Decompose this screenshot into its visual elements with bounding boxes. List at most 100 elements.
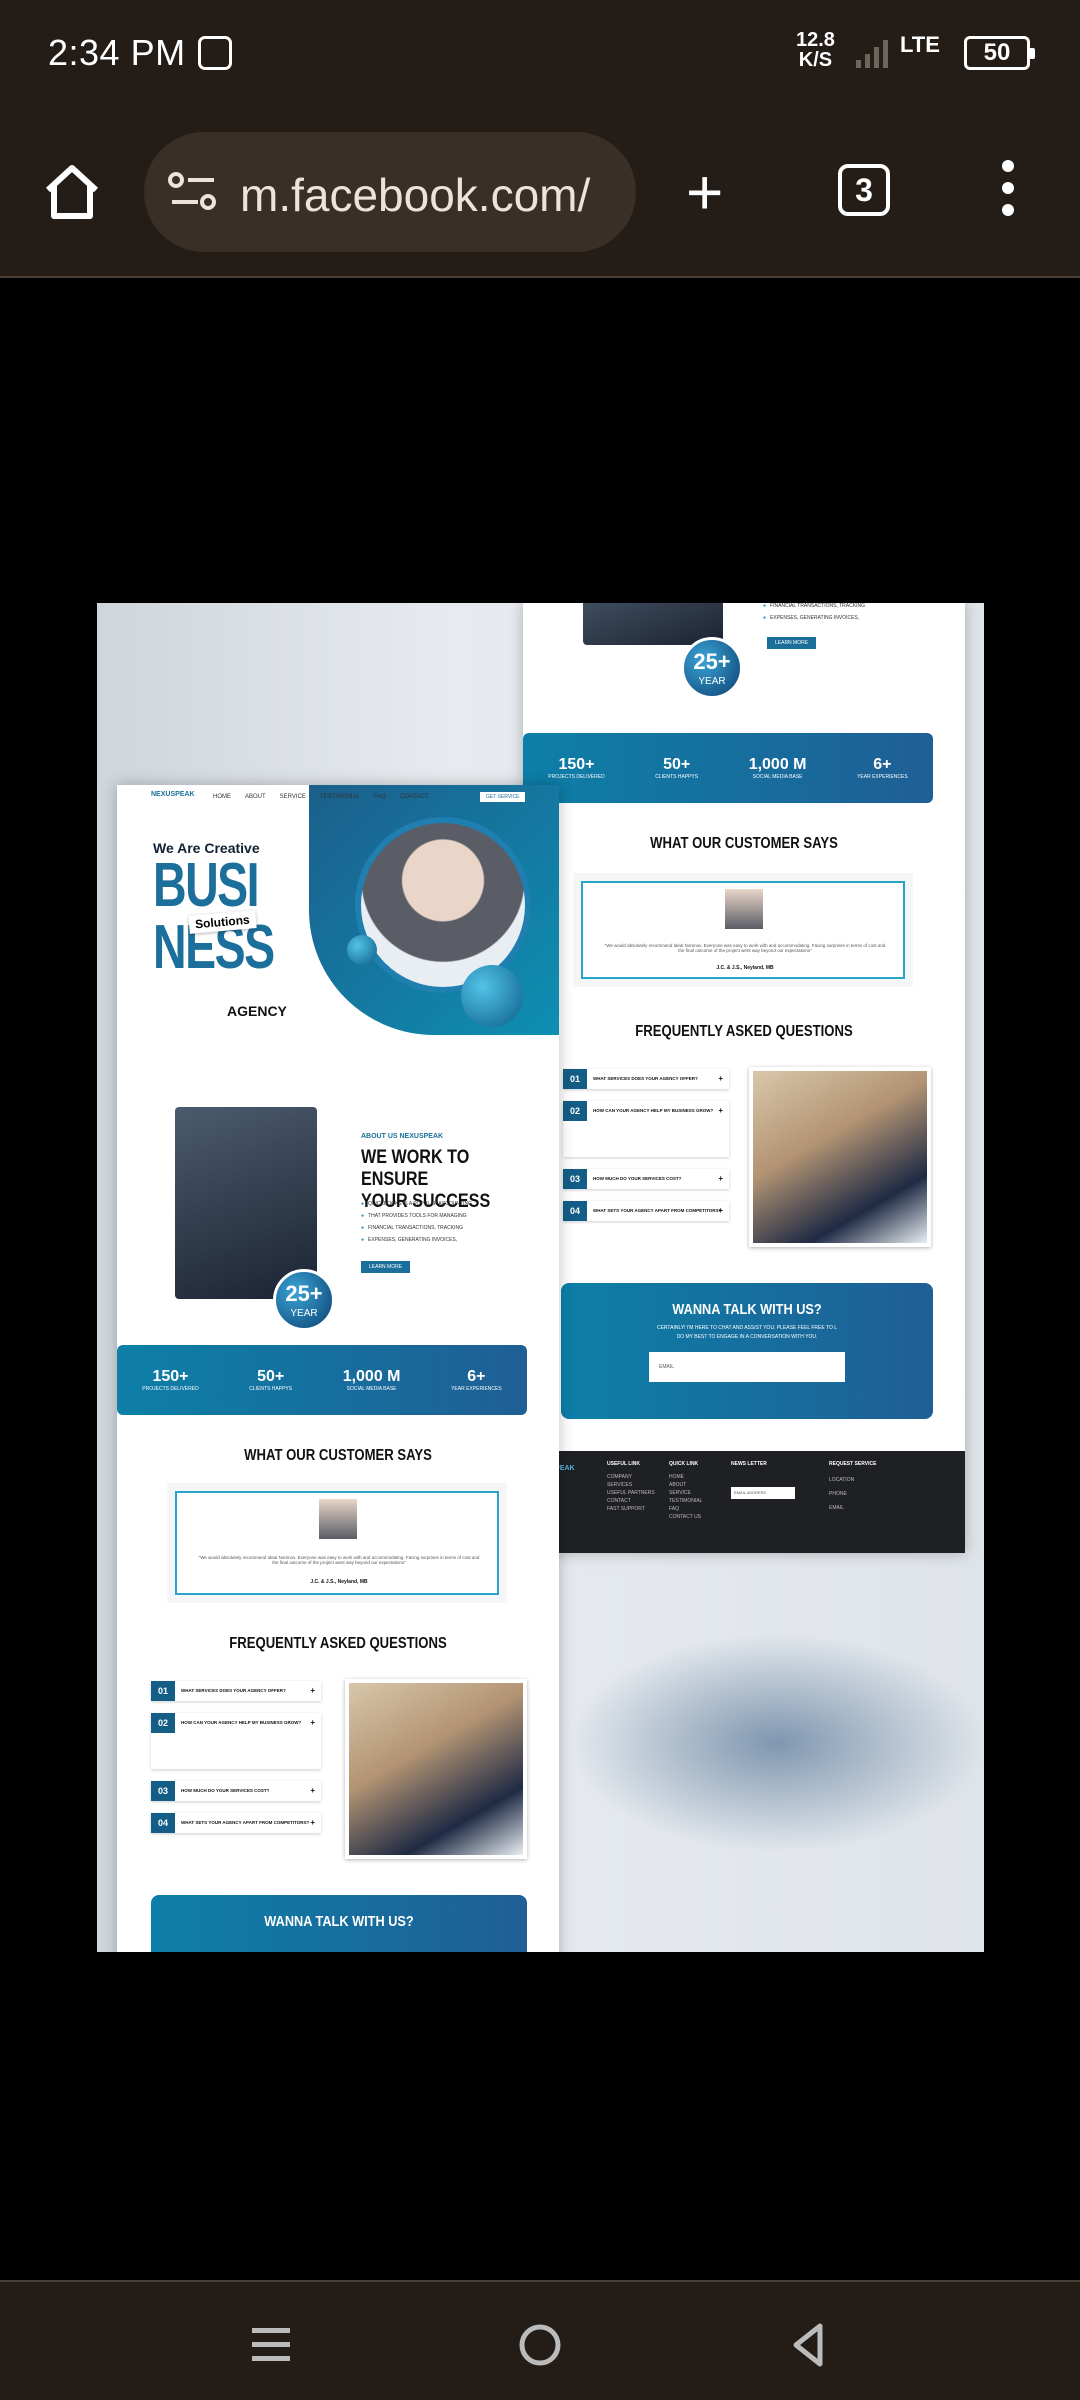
stat-item: 1,000 M SOCIAL MEDIA BASE xyxy=(343,1368,401,1392)
site-logo[interactable]: NEXUSPEAK xyxy=(151,791,195,798)
footer-link[interactable]: FAST SUPPORT xyxy=(607,1505,655,1513)
back-icon[interactable] xyxy=(784,2320,834,2370)
stat-item: 6+ YEAR EXPERIENCES xyxy=(451,1368,502,1392)
testimonial-author: J.C. & J.S., Neyland, MB xyxy=(716,965,774,971)
faq-item[interactable]: 02 HOW CAN YOUR AGENCY HELP MY BUSINESS G… xyxy=(151,1713,321,1769)
plus-icon[interactable]: + xyxy=(310,1781,315,1801)
site-settings-icon[interactable] xyxy=(168,170,218,214)
stat-label: PROJECTS DELIVERED xyxy=(142,1386,199,1392)
website-mockup-left: NEXUSPEAK HOME ABOUT SERVICE TESTIMONIAL… xyxy=(117,785,559,1952)
footer-link[interactable]: ABOUT xyxy=(669,1481,702,1489)
newsletter-input[interactable]: EMAIL ADDRESS xyxy=(731,1487,795,1499)
footer-link[interactable]: SERVICES xyxy=(607,1481,655,1489)
footer-link[interactable]: FAQ xyxy=(669,1505,702,1513)
stat-item: 1,000 M SOCIAL MEDIA BASE xyxy=(749,756,807,780)
faq-photo xyxy=(345,1679,527,1859)
stats-bar: 150+ PROJECTS DELIVERED 50+ CLIENTS HAPPYS… xyxy=(523,733,933,803)
url-text[interactable]: m.facebook.com/ xyxy=(240,168,590,222)
nav-link[interactable]: CONTACT xyxy=(400,794,429,800)
email-input[interactable]: EMAIL xyxy=(649,1352,845,1382)
faq-number: 02 xyxy=(563,1101,587,1121)
plus-icon[interactable]: + xyxy=(310,1813,315,1833)
nav-link[interactable]: FAQ xyxy=(374,794,386,800)
hero-title: We Are Creative BUSI NESS xyxy=(153,841,314,979)
nav-link[interactable]: HOME xyxy=(213,794,231,800)
faq-item[interactable]: 04 WHAT SETS YOUR AGENCY APART FROM COMPE… xyxy=(563,1201,729,1221)
footer-link[interactable]: USEFUL PARTNERS xyxy=(607,1489,655,1497)
system-nav-bar xyxy=(0,2280,1080,2400)
footer-useful-links: COMPANY SERVICES USEFUL PARTNERS CONTACT… xyxy=(607,1473,655,1513)
faq-question: WHAT SETS YOUR AGENCY APART FROM COMPETI… xyxy=(593,1208,722,1213)
bullet-item: FINANCIAL TRANSACTIONS, TRACKING xyxy=(361,1225,472,1231)
nav-link[interactable]: ABOUT xyxy=(245,794,266,800)
plus-icon[interactable]: + xyxy=(718,1069,723,1089)
footer-col-title: NEWS LETTER xyxy=(731,1461,767,1467)
plus-icon[interactable]: + xyxy=(718,1201,723,1221)
testimonial-author: J.C. & J.S., Neyland, MB xyxy=(310,1579,368,1585)
contact-subtitle: CERTAINLY! I'M HERE TO CHAT AND ASSIST Y… xyxy=(561,1324,933,1342)
stat-item: 150+ PROJECTS DELIVERED xyxy=(142,1368,198,1392)
nav-link[interactable]: TESTIMONIAL xyxy=(320,794,360,800)
hero-word-1: BUSI xyxy=(153,851,260,920)
faq-item[interactable]: 04 WHAT SETS YOUR AGENCY APART FROM COMPE… xyxy=(151,1813,321,1833)
plus-icon[interactable]: + xyxy=(310,1681,315,1701)
stat-label: SOCIAL MEDIA BASE xyxy=(752,774,803,780)
tab-switcher-button[interactable]: 3 xyxy=(838,164,890,216)
bullet-item: THAT PROVIDES TOOLS FOR MANAGING xyxy=(361,1213,472,1219)
footer-link[interactable]: HOME xyxy=(669,1473,702,1481)
recent-apps-icon[interactable] xyxy=(246,2320,296,2370)
footer-link[interactable]: TESTIMONIAL xyxy=(669,1497,702,1505)
more-menu-icon[interactable] xyxy=(998,160,1018,224)
nav-link[interactable]: SERVICE xyxy=(280,794,306,800)
network-speed: 12.8 K/S xyxy=(796,30,835,70)
faq-question: WHAT SETS YOUR AGENCY APART FROM COMPETI… xyxy=(181,1820,310,1825)
footer-col-title: QUICK LINK xyxy=(669,1461,699,1467)
faq-list: 01 WHAT SERVICES DOES YOUR AGENCY OFFER? +… xyxy=(151,1681,321,1845)
home-button-icon[interactable] xyxy=(515,2320,565,2370)
footer-link[interactable]: CONTACT xyxy=(607,1497,655,1505)
faq-number: 04 xyxy=(563,1201,587,1221)
faq-item[interactable]: 02 HOW CAN YOUR AGENCY HELP MY BUSINESS G… xyxy=(563,1101,729,1157)
learn-more-button[interactable]: LEARN MORE xyxy=(361,1261,411,1273)
faq-item[interactable]: 03 HOW MUCH DO YOUR SERVICES COST? + xyxy=(563,1169,729,1189)
years-badge-label: YEAR xyxy=(698,676,726,687)
faq-item[interactable]: 01 WHAT SERVICES DOES YOUR AGENCY OFFER? + xyxy=(151,1681,321,1701)
plus-icon[interactable]: + xyxy=(310,1713,315,1733)
stat-label: CLIENTS HAPPYS xyxy=(655,774,699,780)
hero-portrait xyxy=(355,817,531,993)
contact-banner: WANNA TALK WITH US? xyxy=(151,1895,527,1952)
years-badge-number: 25+ xyxy=(285,1281,323,1306)
footer-link[interactable]: SERVICE xyxy=(669,1489,702,1497)
testimonial-card: "We would absolutely recommend Ideal Nom… xyxy=(175,1491,499,1595)
years-badge-number: 25+ xyxy=(693,649,731,674)
contact-subtitle-line: CERTAINLY! I'M HERE TO CHAT AND ASSIST Y… xyxy=(656,1325,838,1331)
signal-icon xyxy=(856,40,888,68)
post-image[interactable]: 25+ YEAR FINANCIAL TRANSACTIONS, TRACKING… xyxy=(97,603,984,1952)
notification-app-icon xyxy=(198,36,232,70)
footer-quick-links: HOME ABOUT SERVICE TESTIMONIAL FAQ CONTA… xyxy=(669,1473,702,1521)
faq-item[interactable]: 03 HOW MUCH DO YOUR SERVICES COST? + xyxy=(151,1781,321,1801)
home-icon[interactable] xyxy=(40,160,104,224)
plus-icon[interactable]: + xyxy=(718,1101,723,1121)
address-bar[interactable]: m.facebook.com/ xyxy=(144,132,636,252)
stat-item: 150+ PROJECTS DELIVERED xyxy=(548,756,604,780)
get-service-button[interactable]: GET SERVICE xyxy=(479,791,527,803)
new-tab-icon[interactable]: + xyxy=(686,160,723,224)
testimonial-title: WHAT OUR CUSTOMER SAYS xyxy=(650,835,838,852)
footer-link[interactable]: COMPANY xyxy=(607,1473,655,1481)
about-eyebrow: ABOUT US NEXUSPEAK xyxy=(361,1133,444,1140)
stat-item: 50+ CLIENTS HAPPYS xyxy=(655,756,698,780)
faq-number: 02 xyxy=(151,1713,175,1733)
page-content: 25+ YEAR FINANCIAL TRANSACTIONS, TRACKING… xyxy=(0,280,1080,2280)
about-bullets: QUICKBOOKS IS A POPULAR ACCOUNTING THAT … xyxy=(361,1201,472,1249)
about-heading-line: WE WORK TO ENSURE xyxy=(361,1147,470,1190)
stat-label: CLIENTS HAPPYS xyxy=(249,1386,293,1392)
years-badge-label: YEAR xyxy=(290,1308,318,1319)
footer-link[interactable]: CONTACT US xyxy=(669,1513,702,1521)
faq-item[interactable]: 01 WHAT SERVICES DOES YOUR AGENCY OFFER? + xyxy=(563,1069,729,1089)
plus-icon[interactable]: + xyxy=(718,1169,723,1189)
learn-more-button[interactable]: LEARN MORE xyxy=(767,637,817,649)
faq-question: WHAT SERVICES DOES YOUR AGENCY OFFER? xyxy=(593,1076,698,1081)
faq-question: HOW MUCH DO YOUR SERVICES COST? xyxy=(593,1176,682,1181)
hero-agency: AGENCY xyxy=(227,1003,287,1019)
